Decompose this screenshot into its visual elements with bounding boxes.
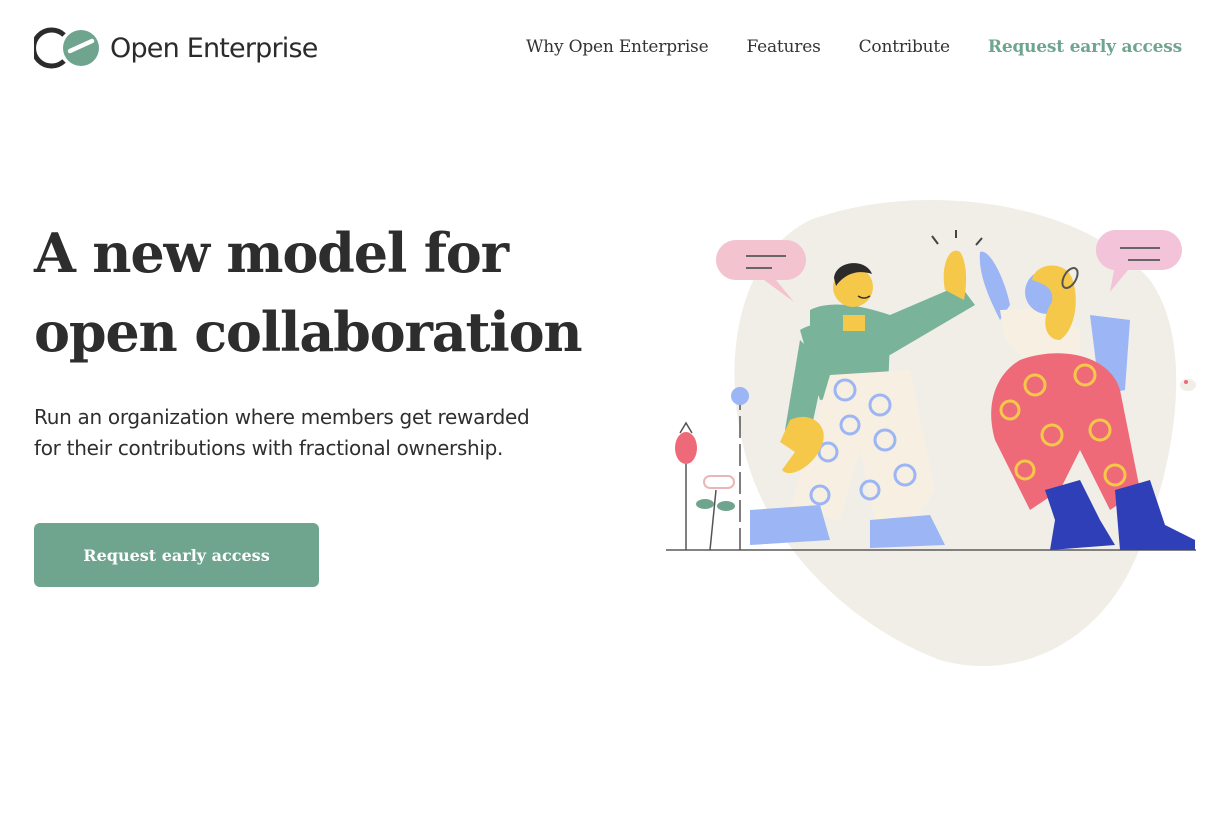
oe-monogram-icon <box>34 27 99 69</box>
brand-logo[interactable]: Open Enterprise <box>34 26 318 70</box>
hero-title-line-2: open collaboration <box>34 300 583 364</box>
nav-why-open-enterprise[interactable]: Why Open Enterprise <box>526 36 709 58</box>
main-nav: Why Open Enterprise Features Contribute … <box>488 36 1182 58</box>
hero-subtitle-line-2: for their contributions with fractional … <box>34 436 504 460</box>
brand-name: Open Enterprise <box>110 32 318 64</box>
hero-title: A new model for open collaboration <box>34 214 634 372</box>
request-early-access-button[interactable]: Request early access <box>34 523 319 587</box>
nav-request-early-access[interactable]: Request early access <box>988 36 1182 58</box>
nav-contribute[interactable]: Contribute <box>859 36 951 58</box>
hero-subtitle: Run an organization where members get re… <box>34 402 604 464</box>
site-header: Open Enterprise Why Open Enterprise Feat… <box>0 0 1228 96</box>
high-five-illustration <box>660 190 1200 670</box>
hero-title-line-1: A new model for <box>34 221 509 285</box>
hero-subtitle-line-1: Run an organization where members get re… <box>34 405 530 429</box>
nav-features[interactable]: Features <box>746 36 820 58</box>
